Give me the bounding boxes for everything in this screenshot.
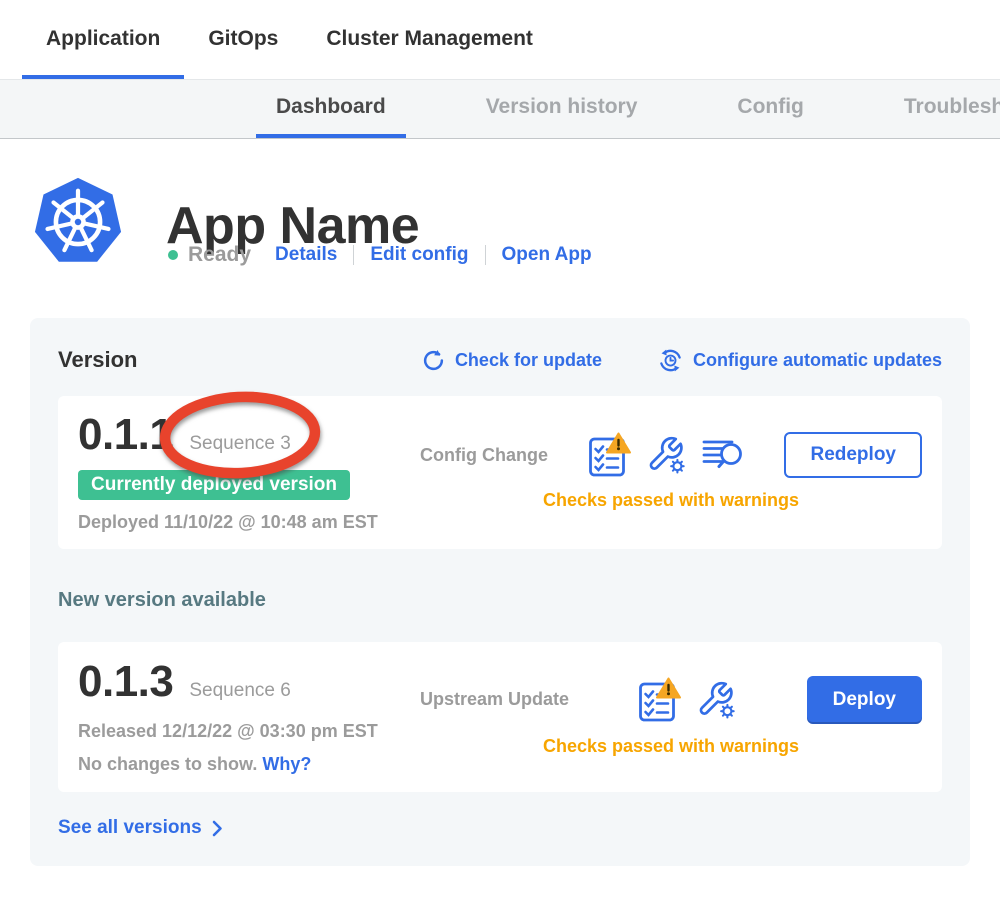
current-version-card: 0.1.1 Sequence 3 Currently deployed vers… <box>58 396 942 549</box>
current-version-actions: Config Change <box>420 432 922 511</box>
available-version-actions: Upstream Update <box>420 676 922 757</box>
nav-tab-gitops[interactable]: GitOps <box>184 3 302 79</box>
version-header: Version Check for update <box>58 344 942 376</box>
why-link[interactable]: Why? <box>262 754 311 774</box>
page: Application GitOps Cluster Management Da… <box>0 0 1000 898</box>
divider <box>485 245 486 265</box>
release-notes-search-icon[interactable] <box>702 438 744 472</box>
open-app-link[interactable]: Open App <box>502 244 592 266</box>
current-version-checks-status[interactable]: Checks passed with warnings <box>543 490 799 511</box>
available-version-number: 0.1.3 <box>78 657 173 707</box>
tab-dashboard[interactable]: Dashboard <box>256 80 406 138</box>
tab-troubleshoot[interactable]: Troubleshoot <box>884 80 1000 138</box>
nav-tab-cluster-management[interactable]: Cluster Management <box>302 3 557 79</box>
version-section: Version Check for update <box>30 318 970 866</box>
current-version-source: Config Change <box>420 445 548 466</box>
chevron-right-icon <box>212 820 223 837</box>
kubernetes-logo <box>32 176 124 268</box>
tab-config[interactable]: Config <box>717 80 823 138</box>
app-status-row: Ready Details Edit config Open App <box>168 243 592 267</box>
configure-automatic-updates-link[interactable]: Configure automatic updates <box>658 348 942 373</box>
check-for-update-link[interactable]: Check for update <box>422 348 602 373</box>
preflight-checks-icon[interactable] <box>588 432 632 478</box>
deployed-timestamp: Deployed 11/10/22 @ 10:48 am EST <box>78 512 378 533</box>
status-label: Ready <box>188 243 251 267</box>
refresh-icon <box>422 349 445 372</box>
available-version-sequence: Sequence 6 <box>189 680 290 702</box>
available-version-info: 0.1.3 Sequence 6 Released 12/12/22 @ 03:… <box>78 657 378 775</box>
version-header-links: Check for update Configure automatic upd… <box>422 348 942 373</box>
redeploy-button[interactable]: Redeploy <box>784 432 922 478</box>
config-wrench-icon[interactable] <box>696 680 738 720</box>
sub-nav: Dashboard Version history Config Trouble… <box>0 79 1000 139</box>
nav-tab-application[interactable]: Application <box>22 3 184 79</box>
check-for-update-label: Check for update <box>455 350 602 371</box>
status-dot-icon <box>168 250 178 260</box>
available-version-source: Upstream Update <box>420 689 569 710</box>
released-timestamp: Released 12/12/22 @ 03:30 pm EST <box>78 721 378 742</box>
deploy-button[interactable]: Deploy <box>807 676 922 724</box>
current-version-sequence: Sequence 3 <box>189 433 290 455</box>
current-version-icons <box>588 432 744 478</box>
current-version-number: 0.1.1 <box>78 410 173 460</box>
see-all-versions-label: See all versions <box>58 817 202 839</box>
see-all-versions-link[interactable]: See all versions <box>58 817 942 839</box>
app-header: App Name Ready Details Edit config Open … <box>0 139 1000 318</box>
top-nav: Application GitOps Cluster Management <box>0 0 1000 79</box>
edit-config-link[interactable]: Edit config <box>370 244 468 266</box>
divider <box>353 245 354 265</box>
available-version-icons <box>638 677 738 723</box>
preflight-checks-icon[interactable] <box>638 677 682 723</box>
version-section-title: Version <box>58 347 137 373</box>
auto-update-clock-icon <box>658 348 683 373</box>
tab-version-history[interactable]: Version history <box>466 80 658 138</box>
configure-automatic-updates-label: Configure automatic updates <box>693 350 942 371</box>
current-version-info: 0.1.1 Sequence 3 Currently deployed vers… <box>78 410 378 533</box>
new-version-heading: New version available <box>58 589 942 612</box>
config-wrench-icon[interactable] <box>646 435 688 475</box>
available-version-checks-status[interactable]: Checks passed with warnings <box>543 736 799 757</box>
no-changes-text: No changes to show. <box>78 754 257 774</box>
deployed-badge: Currently deployed version <box>78 470 350 500</box>
details-link[interactable]: Details <box>275 244 337 266</box>
available-version-card: 0.1.3 Sequence 6 Released 12/12/22 @ 03:… <box>58 642 942 792</box>
no-changes-line: No changes to show. Why? <box>78 754 378 775</box>
